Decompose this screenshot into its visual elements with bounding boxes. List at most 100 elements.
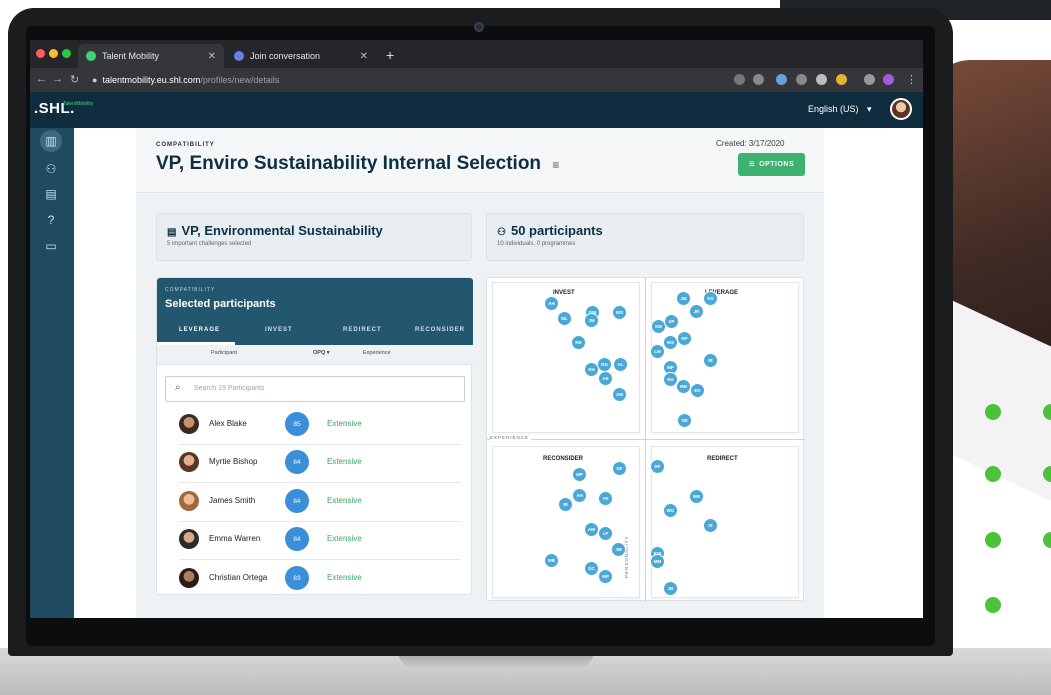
tab-talent-mobility[interactable]: Talent Mobility ✕	[78, 44, 224, 68]
participant-bubble[interactable]: AH	[544, 296, 559, 311]
tab-label: Join conversation	[250, 51, 321, 61]
participant-bubble[interactable]: SP	[664, 314, 679, 329]
participant-name: Emma Warren	[209, 534, 261, 543]
column-participant[interactable]: Participant	[211, 350, 237, 356]
chat-icon[interactable]: ▭	[42, 237, 60, 255]
extension-icon[interactable]	[836, 74, 847, 85]
close-tab-icon[interactable]: ✕	[208, 51, 216, 62]
options-label: OPTIONS	[759, 161, 795, 168]
bookmark-star-icon[interactable]	[753, 74, 764, 85]
participants-card[interactable]: ⚇ 50 participants 10 individuals, 0 progr…	[486, 213, 804, 261]
participant-bubble[interactable]: JM	[676, 291, 691, 306]
participant-bubble[interactable]: DF	[612, 461, 627, 476]
participant-bubble[interactable]: YK	[598, 491, 613, 506]
maximize-window-icon[interactable]	[62, 49, 71, 58]
participant-bubble[interactable]: AE	[598, 371, 613, 386]
participant-bubble[interactable]: JB	[663, 581, 678, 596]
participant-bubble[interactable]: WS	[663, 335, 678, 350]
participant-bubble[interactable]: MR	[689, 489, 704, 504]
participant-row[interactable]: James Smith 84 Extensive	[179, 484, 461, 522]
participant-bubble[interactable]: IS	[703, 518, 718, 533]
close-window-icon[interactable]	[36, 49, 45, 58]
participant-bubble[interactable]: ML	[557, 311, 572, 326]
participant-row[interactable]: Alex Blake 85 Extensive	[179, 407, 461, 445]
participant-bubble[interactable]: AM	[612, 387, 627, 402]
participant-bubble[interactable]: JM	[584, 313, 599, 328]
extension-icon[interactable]	[816, 74, 827, 85]
participant-row[interactable]: Christian Ortega 83 Extensive	[179, 561, 461, 599]
participant-bubble[interactable]: JR	[689, 304, 704, 319]
quadrant-label-invest: INVEST	[553, 290, 575, 296]
avatar	[179, 414, 199, 434]
participant-row[interactable]: Emma Warren 84 Extensive	[179, 522, 461, 560]
participant-bubble[interactable]: RE	[571, 335, 586, 350]
participant-bubble[interactable]: JM	[611, 542, 626, 557]
participant-bubble[interactable]: LF	[598, 526, 613, 541]
participant-bubble[interactable]: LM	[650, 344, 665, 359]
selected-participants-panel: COMPATIBILITY Selected participants LEVE…	[156, 277, 473, 595]
tab-invest[interactable]: INVEST	[265, 327, 293, 333]
extension-icon[interactable]	[776, 74, 787, 85]
participant-bubble[interactable]: MP	[598, 569, 613, 584]
participant-bubble[interactable]: VB	[677, 413, 692, 428]
tab-reconsider[interactable]: RECONSIDER	[415, 327, 465, 333]
avatar	[179, 529, 199, 549]
minimize-window-icon[interactable]	[49, 49, 58, 58]
tab-leverage[interactable]: LEVERAGE	[179, 327, 220, 333]
participant-bubble[interactable]: IB	[703, 353, 718, 368]
participant-bubble[interactable]: IB	[558, 497, 573, 512]
participant-bubble[interactable]: AL	[613, 357, 628, 372]
participant-bubble[interactable]: DC	[584, 561, 599, 576]
participant-bubble[interactable]: AH	[572, 488, 587, 503]
participant-bubble[interactable]: MP	[572, 467, 587, 482]
participant-bubble[interactable]: EH	[584, 362, 599, 377]
participant-bubble[interactable]: RP	[677, 331, 692, 346]
decor-dot	[985, 466, 1001, 482]
decor-dot	[985, 404, 1001, 420]
people-icon[interactable]: ⚇	[42, 160, 60, 178]
people-icon: ⚇	[497, 227, 506, 238]
profile-icon[interactable]	[883, 74, 894, 85]
help-icon[interactable]: ?	[42, 211, 60, 229]
participant-bubble[interactable]: RF	[650, 459, 665, 474]
forward-icon[interactable]: →	[52, 73, 63, 85]
participant-bubble[interactable]: WG	[663, 503, 678, 518]
column-experience[interactable]: Experience	[363, 350, 391, 356]
browser-menu-icon[interactable]: ⋮	[906, 73, 917, 86]
tab-redirect[interactable]: REDIRECT	[343, 327, 382, 333]
tab-join-conversation[interactable]: Join conversation ✕	[226, 44, 376, 68]
participant-bubble[interactable]: EK	[690, 383, 705, 398]
url-field[interactable]: ● talentmobility.eu.shl.com /profiles/ne…	[92, 71, 792, 89]
opq-score-badge: 83	[285, 566, 309, 590]
participant-name: Myrtie Bishop	[209, 457, 258, 466]
dashboard-icon[interactable]: ▥	[40, 130, 62, 152]
key-icon[interactable]	[864, 74, 875, 85]
user-avatar[interactable]	[890, 98, 912, 120]
role-card[interactable]: ▤ VP, Environmental Sustainability 5 impo…	[156, 213, 472, 261]
document-icon[interactable]: ▤	[42, 185, 60, 203]
options-button[interactable]: ≡ OPTIONS	[738, 153, 805, 176]
participant-bubble[interactable]: MM	[650, 554, 665, 569]
participant-bubble[interactable]: MB	[544, 553, 559, 568]
participant-row[interactable]: Myrtie Bishop 84 Extensive	[179, 445, 461, 483]
search-input[interactable]: ⌕ Search 19 Participants	[165, 376, 465, 402]
column-opq[interactable]: OPQ ▾	[313, 350, 330, 356]
webcam-icon	[474, 22, 484, 32]
extension-icon[interactable]	[796, 74, 807, 85]
panel-title: Selected participants	[165, 298, 276, 310]
participant-bubble[interactable]: NM	[676, 379, 691, 394]
language-selector[interactable]: English (US) ▾	[808, 104, 872, 115]
title-menu-icon[interactable]: ≡	[552, 158, 559, 172]
zoom-icon[interactable]	[734, 74, 745, 85]
participant-bubble[interactable]: RS	[703, 291, 718, 306]
back-icon[interactable]: ←	[36, 73, 47, 85]
reload-icon[interactable]: ↻	[70, 73, 79, 86]
new-tab-icon[interactable]: +	[386, 47, 394, 63]
participant-bubble[interactable]: DG	[597, 357, 612, 372]
page-title-text: VP, Enviro Sustainability Internal Selec…	[156, 153, 542, 174]
participant-bubble[interactable]: AW	[584, 522, 599, 537]
close-tab-icon[interactable]: ✕	[360, 51, 368, 62]
participant-bubble[interactable]: WS	[612, 305, 627, 320]
participants-title-text: 50 participants	[510, 223, 603, 238]
panel-header: COMPATIBILITY Selected participants LEVE…	[157, 278, 473, 345]
